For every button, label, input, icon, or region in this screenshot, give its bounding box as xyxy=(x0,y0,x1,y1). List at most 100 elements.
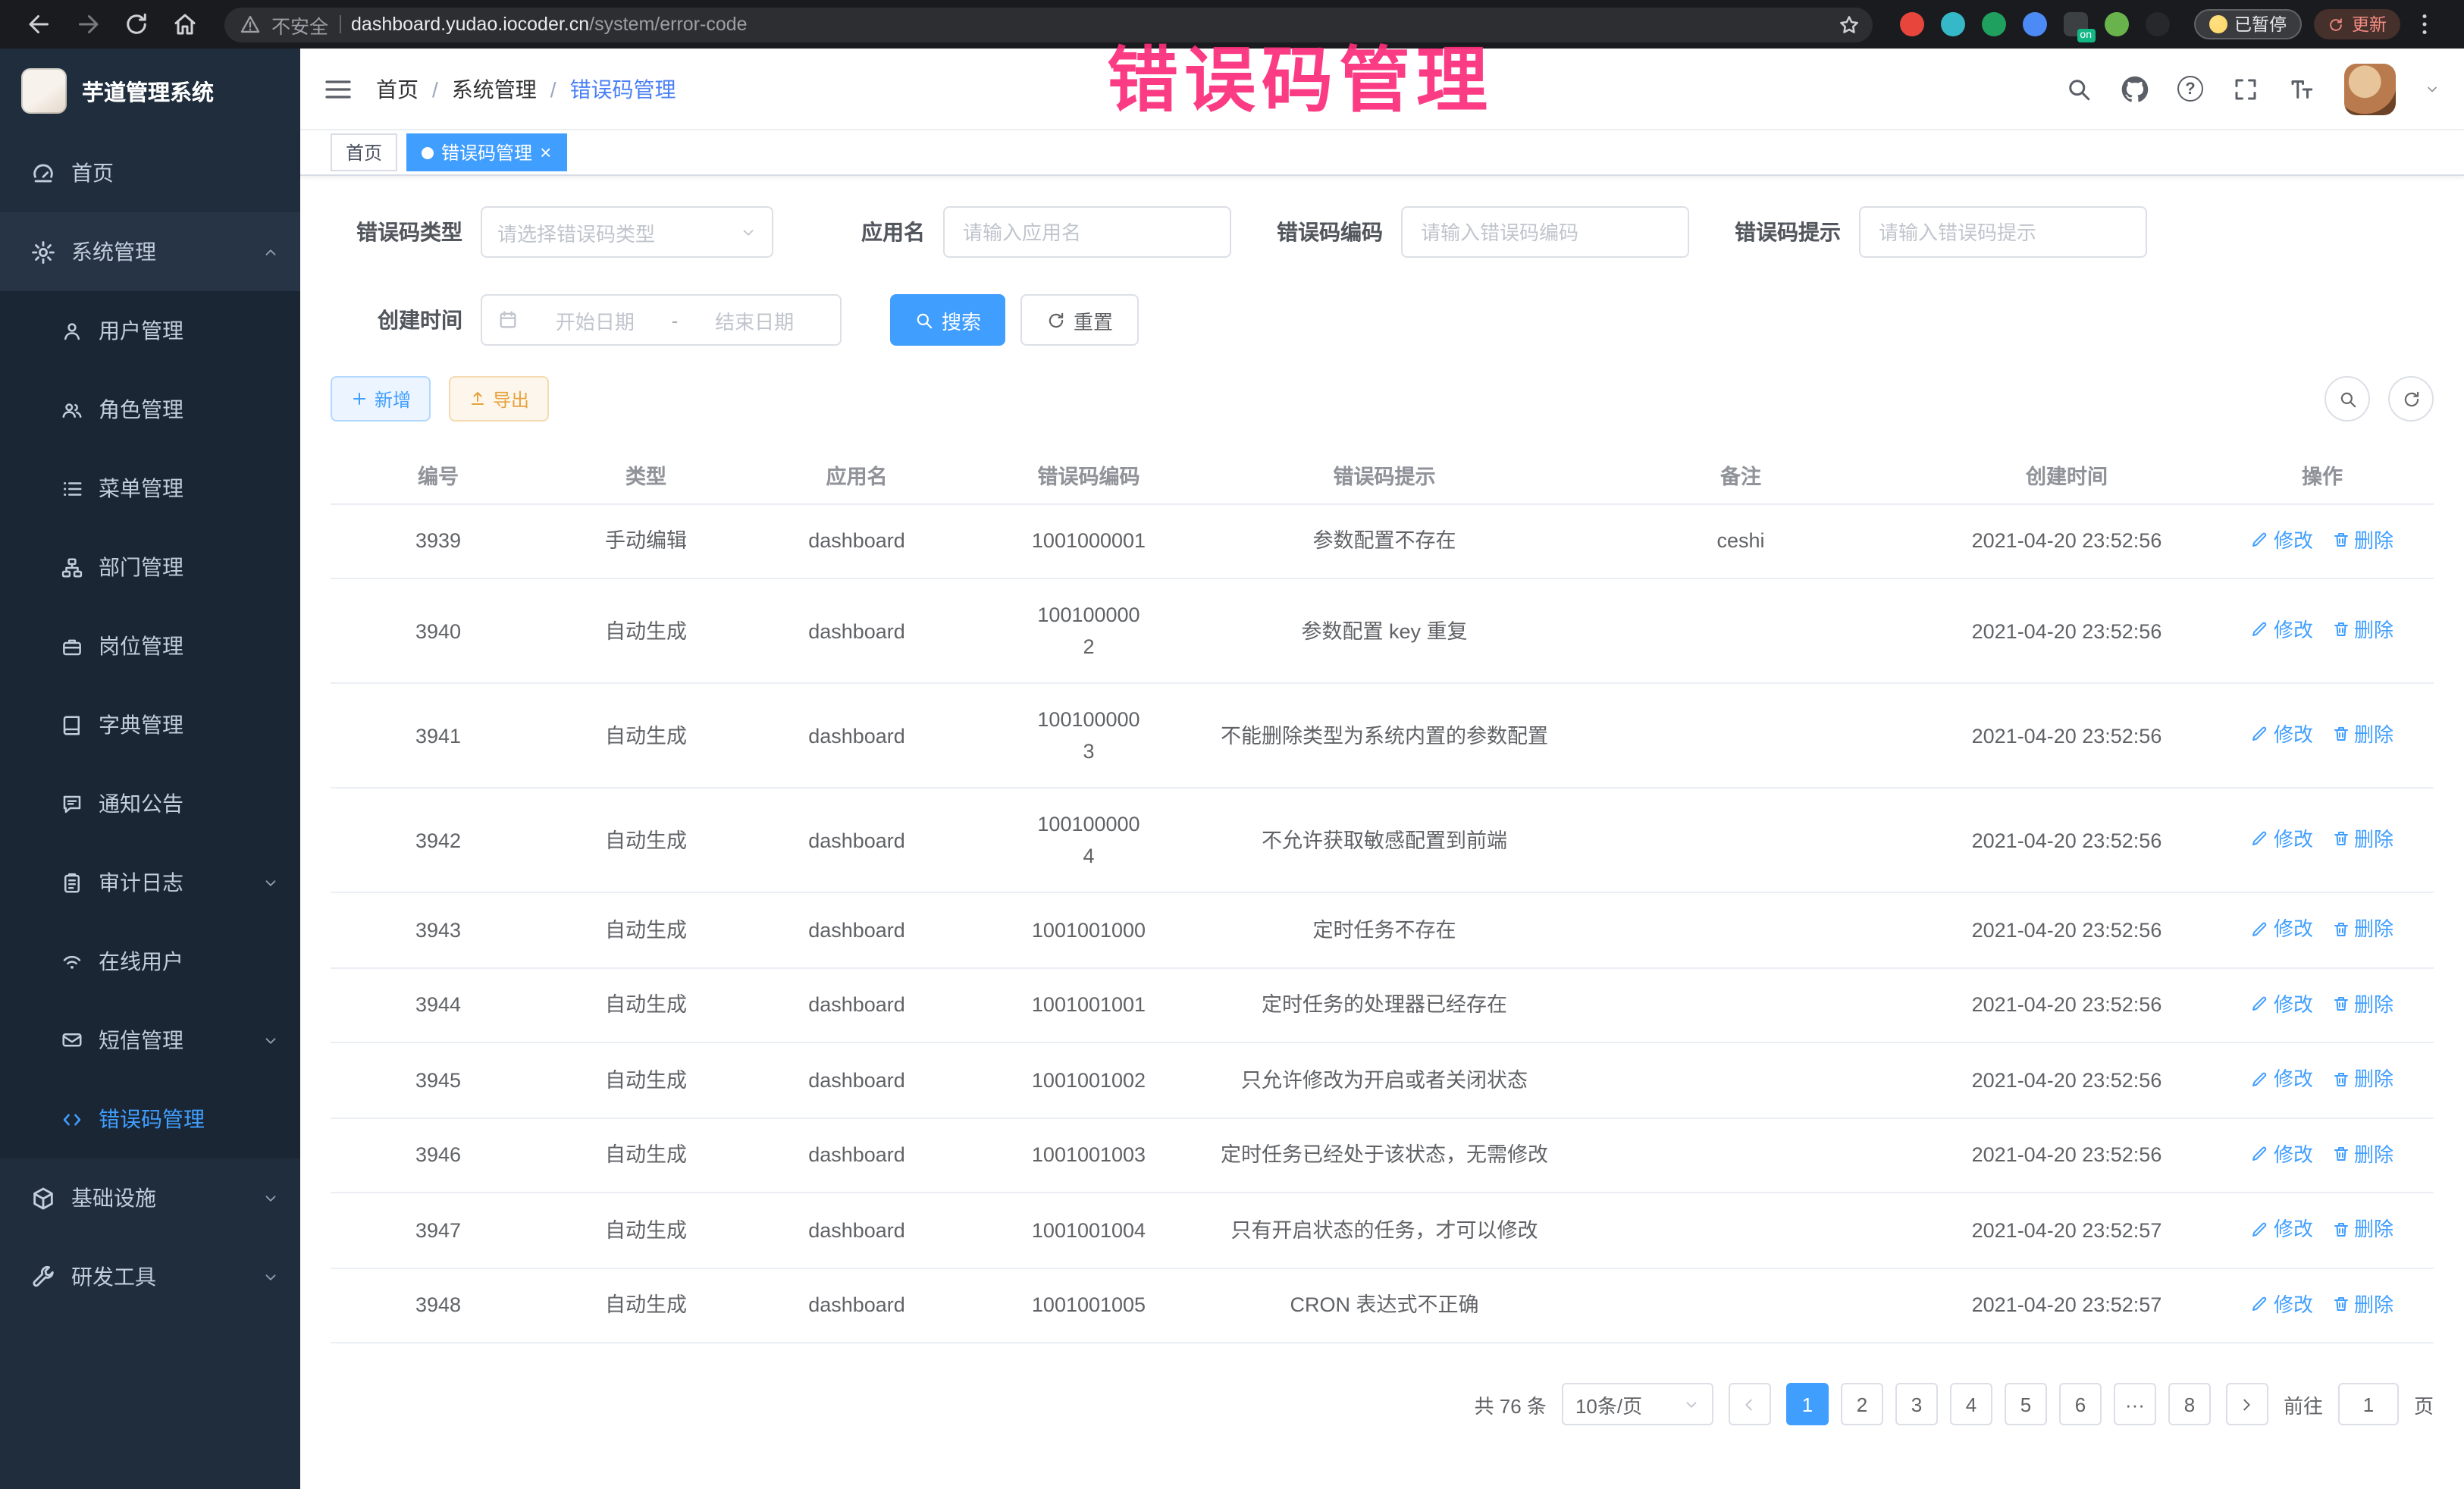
sidebar-item-audit-log[interactable]: 审计日志 xyxy=(0,843,300,922)
reload-icon[interactable] xyxy=(123,11,150,38)
app-name-input[interactable] xyxy=(943,206,1231,258)
table-row: 3943自动生成dashboard1001001000定时任务不存在2021-0… xyxy=(331,892,2434,967)
bookmark-star-icon[interactable] xyxy=(1837,13,1860,36)
extension-icon[interactable] xyxy=(2145,12,2169,36)
home-icon[interactable] xyxy=(171,11,199,38)
plus-icon xyxy=(350,390,368,408)
page-size-select[interactable]: 10条/页 xyxy=(1562,1383,1713,1425)
tab-首页[interactable]: 首页 xyxy=(331,133,397,171)
sidebar-item-dev-tools[interactable]: 研发工具 xyxy=(0,1237,300,1316)
delete-link[interactable]: 删除 xyxy=(2331,913,2393,945)
tab-错误码管理[interactable]: 错误码管理× xyxy=(406,133,566,171)
page-number-button[interactable]: 4 xyxy=(1950,1383,1992,1425)
breadcrumb-item[interactable]: 系统管理 xyxy=(452,74,537,104)
sidebar-item-dict[interactable]: 字典管理 xyxy=(0,685,300,764)
extension-icon[interactable] xyxy=(2104,12,2128,36)
delete-link[interactable]: 删除 xyxy=(2331,1288,2393,1320)
delete-link[interactable]: 删除 xyxy=(2331,614,2393,646)
sidebar-item-home[interactable]: 首页 xyxy=(0,133,300,212)
error-hint-input[interactable] xyxy=(1859,206,2147,258)
sidebar-item-menu[interactable]: 菜单管理 xyxy=(0,449,300,528)
sidebar-item-online-user[interactable]: 在线用户 xyxy=(0,922,300,1001)
sidebar-item-notice[interactable]: 通知公告 xyxy=(0,764,300,843)
back-icon[interactable] xyxy=(26,11,53,38)
delete-link[interactable]: 删除 xyxy=(2331,823,2393,855)
cell-hint: CRON 表达式不正确 xyxy=(1210,1268,1559,1343)
delete-link[interactable]: 删除 xyxy=(2331,1138,2393,1170)
edit-link[interactable]: 修改 xyxy=(2251,988,2313,1020)
search-icon[interactable] xyxy=(2065,75,2093,102)
sidebar-item-user[interactable]: 用户管理 xyxy=(0,291,300,370)
page-number-button[interactable]: 5 xyxy=(2005,1383,2047,1425)
refresh-table-button[interactable] xyxy=(2388,376,2434,422)
avatar[interactable] xyxy=(2344,63,2396,114)
create-time-range-picker[interactable]: 开始日期 - 结束日期 xyxy=(481,294,842,346)
delete-link[interactable]: 删除 xyxy=(2331,988,2393,1020)
sidebar-item-sms[interactable]: 短信管理 xyxy=(0,1001,300,1080)
edit-link[interactable]: 修改 xyxy=(2251,1288,2313,1320)
help-icon[interactable] xyxy=(2177,76,2203,102)
update-button[interactable]: 更新 xyxy=(2314,9,2400,39)
edit-link[interactable]: 修改 xyxy=(2251,913,2313,945)
breadcrumb-item[interactable]: 首页 xyxy=(376,74,419,104)
extension-icon[interactable]: on xyxy=(2063,12,2087,36)
sidebar-item-dept[interactable]: 部门管理 xyxy=(0,528,300,607)
error-code-input[interactable] xyxy=(1401,206,1689,258)
update-label: 更新 xyxy=(2352,12,2387,36)
create-time-label: 创建时间 xyxy=(341,305,462,335)
cell-type: 自动生成 xyxy=(546,1268,746,1343)
extension-icon[interactable] xyxy=(1981,12,2005,36)
browser-menu-icon[interactable] xyxy=(2411,11,2438,38)
edit-link[interactable]: 修改 xyxy=(2251,719,2313,751)
avatar-caret-icon[interactable] xyxy=(2425,81,2440,96)
forward-icon[interactable] xyxy=(74,11,102,38)
sidebar-item-error-code[interactable]: 错误码管理 xyxy=(0,1080,300,1158)
prev-page-button[interactable] xyxy=(1729,1383,1771,1425)
edit-link[interactable]: 修改 xyxy=(2251,1213,2313,1245)
extension-icon[interactable] xyxy=(1899,12,1923,36)
font-size-icon[interactable] xyxy=(2288,75,2315,102)
page-ellipsis[interactable]: ··· xyxy=(2114,1383,2156,1425)
extension-icon[interactable] xyxy=(2022,12,2046,36)
delete-link[interactable]: 删除 xyxy=(2331,524,2393,556)
page-number-button[interactable]: 2 xyxy=(1841,1383,1883,1425)
filter-app-name: 应用名 xyxy=(804,206,1231,258)
sidebar-item-role[interactable]: 角色管理 xyxy=(0,370,300,449)
address-bar[interactable]: 不安全 dashboard.yudao.iocoder.cn/system/er… xyxy=(224,7,1872,42)
goto-page-input[interactable] xyxy=(2338,1383,2399,1425)
sidebar-item-infra[interactable]: 基础设施 xyxy=(0,1158,300,1237)
edit-link[interactable]: 修改 xyxy=(2251,1138,2313,1170)
logo[interactable]: 芋道管理系统 xyxy=(0,49,300,133)
delete-link[interactable]: 删除 xyxy=(2331,719,2393,751)
delete-link[interactable]: 删除 xyxy=(2331,1063,2393,1095)
search-button[interactable]: 搜索 xyxy=(890,294,1005,346)
reset-button[interactable]: 重置 xyxy=(1020,294,1139,346)
export-button[interactable]: 导出 xyxy=(449,376,549,422)
sidebar-menu: 首页系统管理用户管理角色管理菜单管理部门管理岗位管理字典管理通知公告审计日志在线… xyxy=(0,133,300,1316)
tags-view: 首页错误码管理× xyxy=(300,130,2464,176)
sidebar-item-post[interactable]: 岗位管理 xyxy=(0,607,300,685)
toggle-search-button[interactable] xyxy=(2324,376,2370,422)
add-button[interactable]: 新增 xyxy=(331,376,431,422)
edit-link[interactable]: 修改 xyxy=(2251,614,2313,646)
paused-badge[interactable]: 已暂停 xyxy=(2193,9,2302,39)
error-code-type-select[interactable]: 请选择错误码类型 xyxy=(481,206,773,258)
delete-label: 删除 xyxy=(2354,719,2393,751)
message-icon xyxy=(61,1029,83,1052)
extension-icon[interactable] xyxy=(1940,12,1964,36)
edit-link[interactable]: 修改 xyxy=(2251,1063,2313,1095)
sidebar-item-system[interactable]: 系统管理 xyxy=(0,212,300,291)
code-icon xyxy=(61,1108,83,1130)
hamburger-icon[interactable] xyxy=(300,49,376,129)
page-number-button[interactable]: 3 xyxy=(1895,1383,1938,1425)
github-icon[interactable] xyxy=(2121,75,2149,102)
next-page-button[interactable] xyxy=(2226,1383,2268,1425)
edit-link[interactable]: 修改 xyxy=(2251,823,2313,855)
edit-link[interactable]: 修改 xyxy=(2251,524,2313,556)
page-number-button[interactable]: 8 xyxy=(2168,1383,2211,1425)
delete-link[interactable]: 删除 xyxy=(2331,1213,2393,1245)
page-number-button[interactable]: 6 xyxy=(2059,1383,2102,1425)
page-number-button[interactable]: 1 xyxy=(1786,1383,1829,1425)
fullscreen-icon[interactable] xyxy=(2232,75,2259,102)
tab-close-icon[interactable]: × xyxy=(540,143,551,162)
